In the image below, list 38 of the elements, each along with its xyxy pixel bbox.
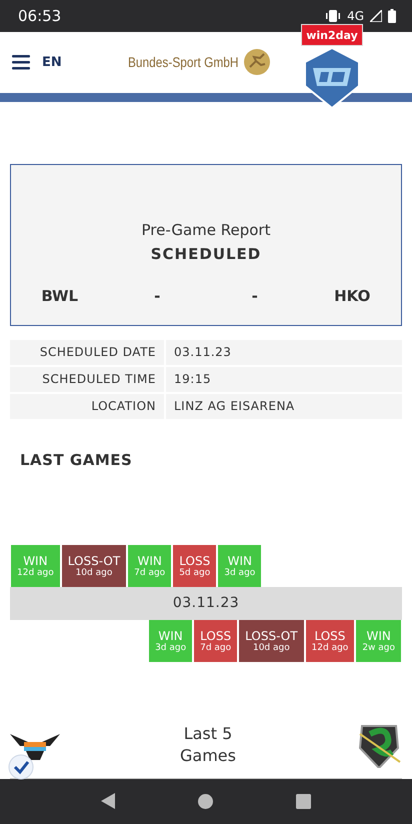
clock: 06:53 bbox=[18, 7, 62, 26]
game-result-tile: WIN 3d ago bbox=[148, 620, 194, 662]
info-value: 03.11.23 bbox=[173, 345, 232, 360]
game-result-tile: WIN 3d ago bbox=[217, 544, 262, 587]
vibrate-icon bbox=[325, 10, 342, 22]
team-code: HKO bbox=[333, 286, 372, 305]
game-result-tile: LOSS-OT 10d ago bbox=[60, 544, 128, 587]
game-result-tile: WIN 12d ago bbox=[10, 544, 61, 587]
info-label: SCHEDULED TIME bbox=[10, 366, 166, 392]
sponsor-name: Bundes-Sport GmbH bbox=[128, 54, 238, 70]
game-status: SCHEDULED bbox=[150, 244, 262, 263]
verified-check-icon[interactable] bbox=[8, 754, 34, 780]
game-result-tile: WIN 2w ago bbox=[355, 620, 402, 662]
home-icon[interactable] bbox=[198, 794, 213, 809]
section-title: LAST GAMES bbox=[20, 450, 134, 469]
game-result-tile: LOSS-OT 10d ago bbox=[238, 620, 305, 662]
signal-icon bbox=[370, 10, 382, 22]
game-date: 03.11.23 bbox=[10, 586, 402, 620]
game-result-tile: LOSS 5d ago bbox=[172, 544, 218, 587]
info-value: 19:15 bbox=[173, 372, 212, 386]
recents-icon[interactable] bbox=[296, 794, 311, 809]
section-title: Last 5 Games bbox=[179, 722, 237, 767]
network-type: 4G bbox=[347, 9, 364, 24]
score: - bbox=[153, 286, 162, 305]
language-link[interactable]: EN bbox=[42, 54, 62, 70]
game-result-tile: LOSS 12d ago bbox=[304, 620, 356, 662]
report-title: Pre-Game Report bbox=[142, 220, 270, 239]
menu-icon[interactable] bbox=[12, 54, 30, 70]
back-icon[interactable] bbox=[101, 793, 116, 810]
info-label: LOCATION bbox=[10, 394, 166, 419]
score: - bbox=[250, 286, 259, 305]
game-result-tile: WIN 7d ago bbox=[127, 544, 172, 587]
team-code: BWL bbox=[40, 286, 80, 305]
battery-icon bbox=[388, 9, 396, 24]
info-label: SCHEDULED DATE bbox=[10, 340, 166, 365]
league-badge: win2day bbox=[301, 24, 363, 46]
info-value: LINZ AG EISARENA bbox=[173, 399, 296, 414]
game-result-tile: LOSS 7d ago bbox=[193, 620, 238, 662]
